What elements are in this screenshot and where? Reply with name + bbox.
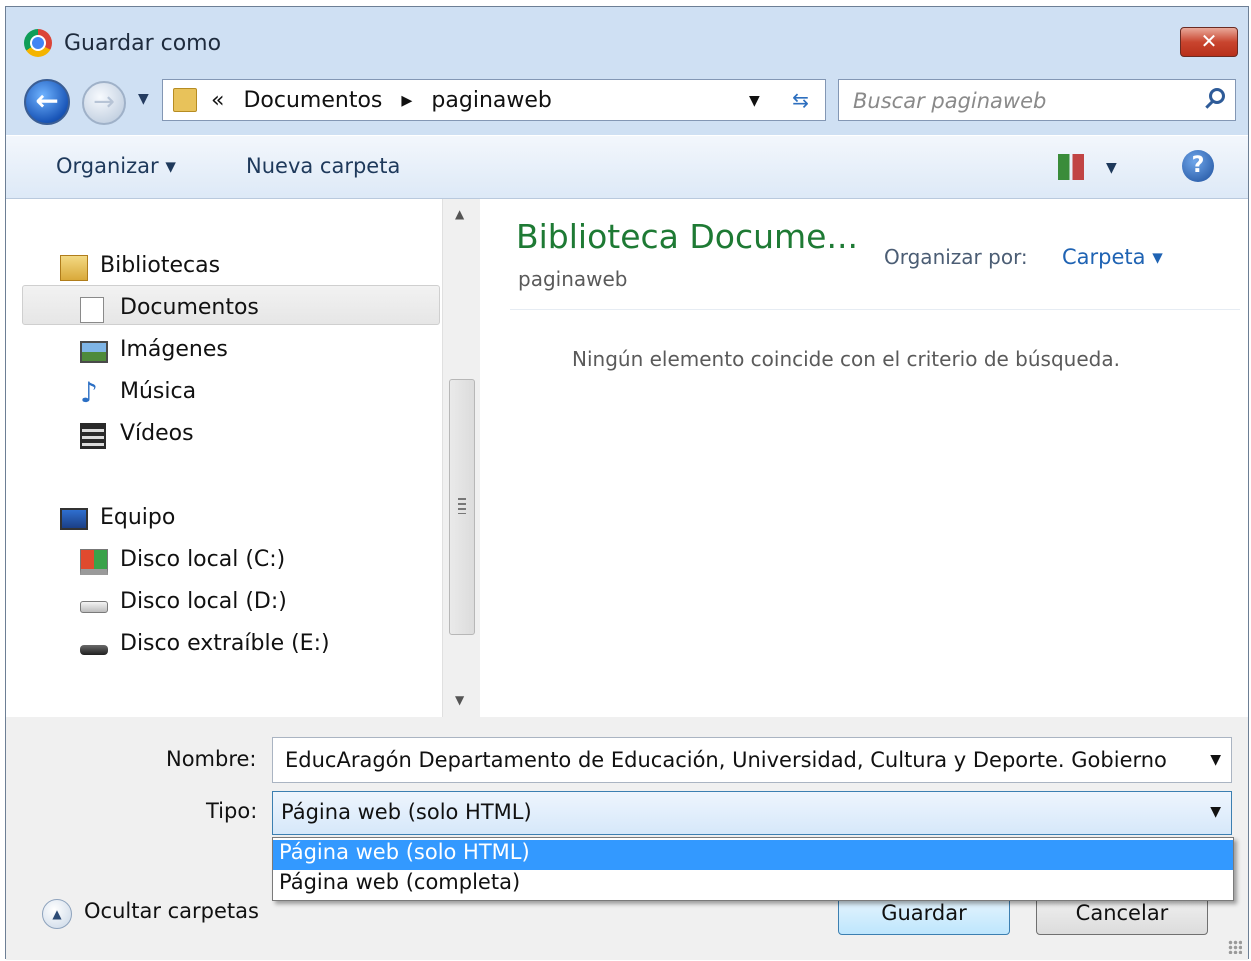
name-dropdown-icon[interactable]: ▼	[1210, 752, 1221, 768]
scrollbar-thumb[interactable]	[449, 379, 475, 635]
system-drive-icon	[80, 549, 108, 575]
refresh-button[interactable]: ⇆	[776, 79, 826, 121]
close-button[interactable]: ✕	[1180, 27, 1238, 57]
drive-icon	[80, 601, 108, 613]
recent-pages-dropdown-icon[interactable]: ▼	[138, 91, 149, 107]
content-divider	[510, 309, 1240, 310]
type-option-complete[interactable]: Página web (completa)	[273, 870, 1233, 900]
scroll-down-arrow-icon[interactable]: ▼	[455, 693, 464, 707]
grip-icon	[458, 498, 466, 514]
chrome-icon	[24, 29, 52, 57]
sidebar-item-label: Música	[120, 379, 197, 404]
view-options-dropdown-icon[interactable]: ▼	[1106, 160, 1117, 176]
navigation-bar: ← → ▼ « Documentos ▸ paginaweb ▼ ⇆	[6, 75, 1248, 125]
command-toolbar: Organizar ▾ Nueva carpeta ▼ ?	[6, 135, 1248, 199]
sidebar-item-label: Disco extraíble (E:)	[120, 631, 330, 656]
new-folder-button[interactable]: Nueva carpeta	[246, 154, 400, 178]
empty-message: Ningún elemento coincide con el criterio…	[572, 347, 1120, 371]
file-name-value[interactable]: EducAragón Departamento de Educación, Un…	[285, 748, 1185, 772]
library-title: Biblioteca Docume...	[516, 217, 858, 256]
file-list-pane[interactable]: Biblioteca Docume... paginaweb Organizar…	[480, 199, 1248, 717]
removable-drive-icon	[80, 645, 108, 655]
breadcrumb-paginaweb[interactable]: paginaweb	[431, 88, 551, 113]
music-icon: ♪	[80, 376, 98, 409]
type-label: Tipo:	[206, 799, 258, 823]
sidebar-item-label: Bibliotecas	[100, 253, 221, 278]
change-view-icon[interactable]	[1058, 154, 1084, 180]
sidebar-item-label: Disco local (D:)	[120, 589, 287, 614]
title-bar: Guardar como ✕	[6, 7, 1248, 79]
sidebar-item-label: Vídeos	[120, 421, 194, 446]
arrange-by-label: Organizar por:	[884, 245, 1028, 269]
forward-arrow-icon[interactable]: →	[82, 81, 126, 125]
type-dropdown-icon[interactable]: ▼	[1210, 804, 1221, 820]
address-dropdown-icon[interactable]: ▼	[749, 93, 760, 109]
address-bar[interactable]: « Documentos ▸ paginaweb ▼	[162, 79, 778, 121]
breadcrumb-separator-icon[interactable]: ▸	[401, 88, 412, 113]
video-icon	[80, 423, 106, 449]
sidebar-item-label: Equipo	[100, 505, 176, 530]
name-label: Nombre:	[166, 747, 257, 771]
file-type-select[interactable]: Página web (solo HTML) ▼	[272, 791, 1232, 835]
resize-grip-icon[interactable]	[1228, 940, 1242, 954]
breadcrumb-overflow[interactable]: «	[211, 88, 224, 113]
search-input[interactable]	[851, 86, 1195, 116]
collapse-up-icon: ▲	[42, 899, 72, 929]
navigation-pane: Bibliotecas Documentos Imágenes ♪ Música…	[6, 199, 480, 717]
file-name-field[interactable]: EducAragón Departamento de Educación, Un…	[272, 737, 1232, 783]
save-options-panel: Nombre: EducAragón Departamento de Educa…	[6, 717, 1248, 960]
save-as-dialog: Guardar como ✕ ← → ▼ « Documentos ▸ pagi…	[5, 6, 1249, 960]
arrange-by-dropdown[interactable]: Carpeta ▾	[1062, 245, 1163, 269]
search-icon[interactable]	[1209, 88, 1225, 104]
back-arrow-icon[interactable]: ←	[24, 79, 70, 125]
help-icon[interactable]: ?	[1182, 150, 1214, 182]
sidebar-item-label: Documentos	[120, 295, 259, 320]
library-subtitle: paginaweb	[518, 267, 628, 291]
libraries-icon	[60, 255, 88, 281]
organize-button[interactable]: Organizar ▾	[56, 154, 176, 178]
search-box[interactable]	[838, 79, 1236, 121]
refresh-icon: ⇆	[792, 88, 809, 112]
hide-folders-label: Ocultar carpetas	[84, 899, 259, 923]
breadcrumb-documentos[interactable]: Documentos	[243, 88, 382, 113]
scroll-up-arrow-icon[interactable]: ▲	[455, 207, 464, 221]
breadcrumb: « Documentos ▸ paginaweb	[211, 88, 564, 113]
computer-icon	[60, 508, 88, 530]
file-type-dropdown-list: Página web (solo HTML) Página web (compl…	[272, 837, 1234, 901]
type-option-html-only[interactable]: Página web (solo HTML)	[273, 840, 1233, 870]
sidebar-item-label: Imágenes	[120, 337, 228, 362]
sidebar-scrollbar[interactable]: ▲ ▼	[442, 199, 480, 717]
sidebar-item-label: Disco local (C:)	[120, 547, 286, 572]
dialog-title: Guardar como	[64, 31, 222, 56]
folder-icon	[173, 88, 197, 112]
document-icon	[80, 297, 104, 323]
file-type-value: Página web (solo HTML)	[281, 800, 532, 824]
pictures-icon	[80, 341, 108, 363]
